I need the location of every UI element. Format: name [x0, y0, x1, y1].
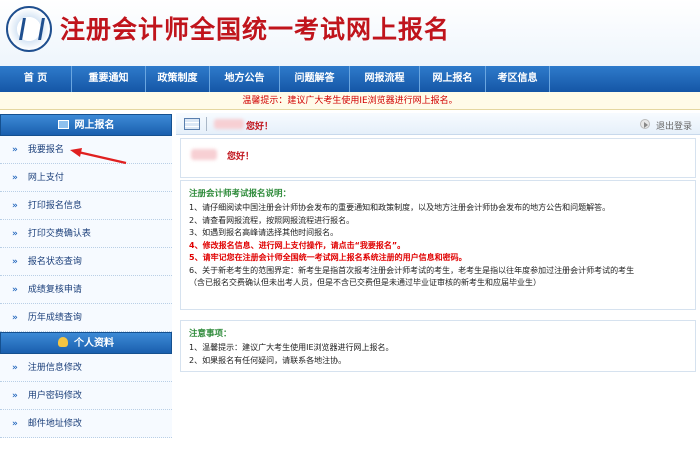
- chevron-right-icon: »: [12, 229, 18, 239]
- welcome-text: 您好！: [227, 152, 255, 162]
- sidebar-item-label: 注册信息修改: [27, 363, 82, 373]
- notes-box: 注意事项： 1、温馨提示：建议广大考生使用IE浏览器进行网上报名。 2、如果报名有…: [180, 320, 696, 372]
- instruction-line: 1、请仔细阅读中国注册会计师协会发布的重要通知和政策制度，以及地方注册会计师协会…: [189, 203, 611, 212]
- sidebar-item-label: 我要报名: [27, 145, 64, 155]
- instructions-title: 注册会计师考试报名说明：: [189, 189, 292, 199]
- sidebar-item-label: 邮件地址修改: [27, 419, 82, 429]
- sidebar-section-label: 网上报名: [74, 120, 115, 131]
- header: 注册会计师全国统一考试网上报名: [0, 0, 700, 66]
- nav-item[interactable]: 首 页: [0, 66, 72, 92]
- sidebar-item-label: 网上支付: [27, 173, 64, 183]
- site-title: 注册会计师全国统一考试网上报名: [60, 15, 451, 44]
- instruction-line: 6、关于新老考生的范围界定：新考生是指首次报考注册会计师考试的考生，老考生是指以…: [189, 265, 635, 275]
- note-line: 1、温馨提示：建议广大考生使用IE浏览器进行网上报名。: [189, 343, 394, 352]
- main-content: 您好！ 退出登录 您好！ 注册会计师考试报名说明： 1、请仔细阅读中国注册会计师…: [176, 110, 700, 453]
- nav-item[interactable]: 地方公告: [210, 66, 280, 92]
- instruction-line: （含已报名交费确认但未出考人员，但是不含已交费但是未通过毕业证审核的新考生和应届…: [189, 278, 541, 287]
- blurred-username: [191, 149, 217, 160]
- sidebar-item[interactable]: » 邮件地址修改: [0, 410, 172, 438]
- chevron-right-icon: »: [12, 145, 18, 155]
- nav-item[interactable]: 重要通知: [72, 66, 146, 92]
- cicpa-logo-icon: [6, 6, 52, 52]
- chevron-right-icon: »: [12, 391, 18, 401]
- list-icon: [184, 118, 200, 130]
- instruction-line: 3、如遇到报名高峰请选择其他时间报名。: [189, 228, 339, 237]
- instruction-line: 2、请查看网报流程，按照网报流程进行报名。: [189, 215, 355, 225]
- sidebar-item[interactable]: » 用户密码修改: [0, 382, 172, 410]
- sidebar-item-label: 打印交费确认表: [27, 229, 91, 239]
- sidebar-item-label: 成绩复核申请: [27, 285, 82, 295]
- sidebar-item[interactable]: » 打印报名信息: [0, 192, 172, 220]
- sidebar-item-label: 历年成绩查询: [27, 313, 82, 323]
- greeting-text: 您好！: [246, 122, 274, 132]
- notice-bar: 温馨提示：建议广大考生使用IE浏览器进行网上报名。: [0, 92, 700, 110]
- person-icon: [58, 337, 68, 347]
- sidebar-item[interactable]: » 注册信息修改: [0, 354, 172, 382]
- instructions-box: 注册会计师考试报名说明： 1、请仔细阅读中国注册会计师协会发布的重要通知和政策制…: [180, 180, 696, 310]
- main-nav: 首 页重要通知 政策制度 地方公告 问题解答 网报流程 网上报名 考区信息: [0, 66, 700, 92]
- chevron-right-icon: »: [12, 363, 18, 373]
- nav-item[interactable]: 问题解答: [280, 66, 350, 92]
- nav-item[interactable]: 网上报名: [420, 66, 486, 92]
- sidebar-item[interactable]: » 历年成绩查询: [0, 304, 172, 332]
- sidebar-item-label: 报名状态查询: [27, 257, 82, 267]
- red-arrow-annotation-icon: [70, 148, 127, 165]
- sidebar-section-personal-info: 个人资料: [0, 332, 172, 354]
- nav-item[interactable]: 网报流程: [350, 66, 420, 92]
- chevron-right-icon: »: [12, 201, 18, 211]
- sidebar-item[interactable]: » 报名状态查询: [0, 248, 172, 276]
- sidebar-item[interactable]: » 成绩复核申请: [0, 276, 172, 304]
- notes-title: 注意事项：: [189, 329, 232, 339]
- monitor-icon: [57, 120, 69, 129]
- chevron-right-icon: »: [12, 257, 18, 267]
- note-line: 2、如果报名有任何疑问，请联系各地注协。: [189, 355, 347, 365]
- instruction-line: 4、修改报名信息、进行网上支付操作，请点击“我要报名”。: [189, 240, 406, 250]
- sidebar-section-label: 个人资料: [74, 338, 114, 349]
- chevron-right-icon: »: [12, 285, 18, 295]
- nav-item[interactable]: 考区信息: [486, 66, 550, 92]
- sidebar-item[interactable]: » 网上支付: [0, 164, 172, 192]
- nav-item[interactable]: 政策制度: [146, 66, 210, 92]
- chevron-right-icon: »: [12, 419, 18, 429]
- blurred-username: [214, 119, 244, 129]
- main-topbar: 您好！ 退出登录: [176, 113, 700, 135]
- welcome-box: 您好！: [180, 138, 696, 178]
- instruction-line: 5、请牢记您在注册会计师全国统一考试网上报名系统注册的用户信息和密码。: [189, 253, 467, 262]
- sidebar-item-label: 用户密码修改: [27, 391, 82, 401]
- sidebar-section-online-registration: 网上报名: [0, 114, 172, 136]
- logout-link[interactable]: 退出登录: [656, 119, 692, 132]
- logout-icon[interactable]: [640, 119, 650, 129]
- divider: [206, 117, 207, 131]
- sidebar-item-label: 打印报名信息: [27, 201, 82, 211]
- chevron-right-icon: »: [12, 173, 18, 183]
- sidebar-item[interactable]: » 打印交费确认表: [0, 220, 172, 248]
- chevron-right-icon: »: [12, 313, 18, 323]
